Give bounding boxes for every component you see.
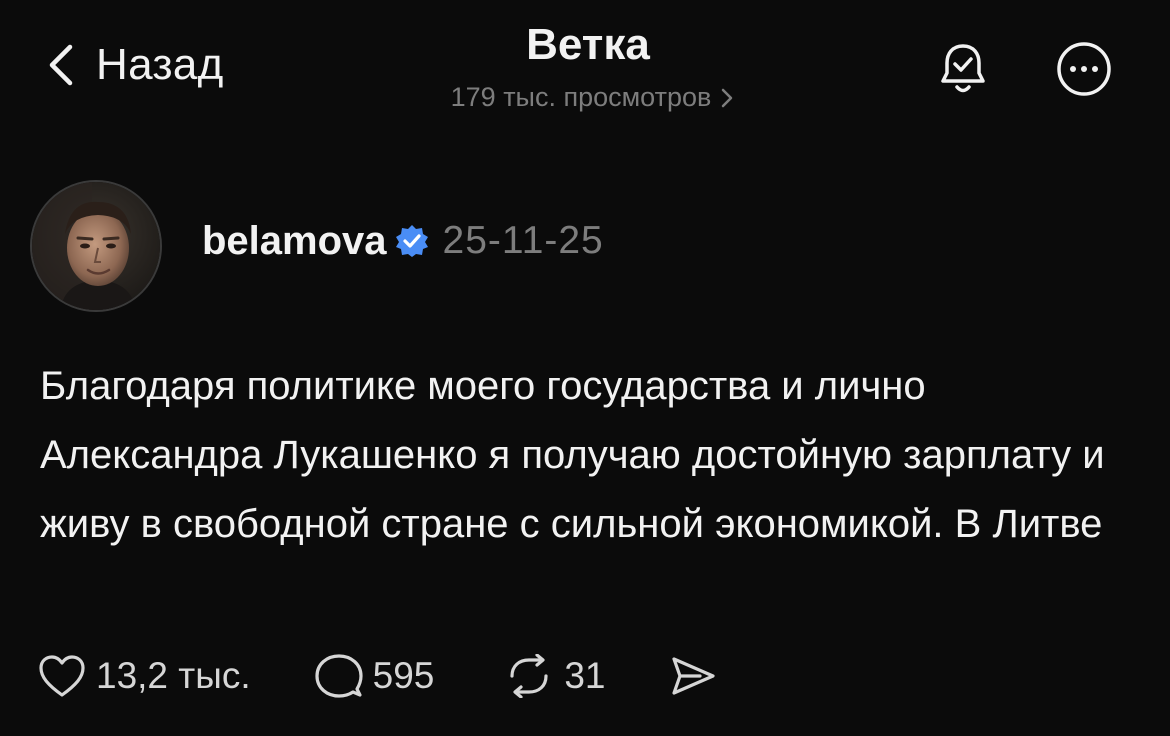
views-link[interactable]: 179 тыс. просмотров bbox=[451, 82, 734, 113]
like-count: 13,2 тыс. bbox=[96, 655, 251, 696]
back-button[interactable]: Назад bbox=[48, 40, 224, 90]
avatar-photo bbox=[32, 182, 160, 310]
share-button[interactable] bbox=[670, 655, 716, 697]
repost-icon bbox=[510, 654, 548, 698]
reply-button[interactable]: 595 bbox=[315, 653, 435, 699]
repost-button[interactable]: 31 bbox=[504, 654, 606, 698]
author-line: belamova 25-11-25 bbox=[202, 219, 604, 264]
like-button[interactable]: 13,2 тыс. bbox=[38, 654, 251, 698]
post-date: 25-11-25 bbox=[442, 219, 604, 262]
chevron-left-icon bbox=[49, 44, 73, 86]
post-text: Благодаря политике моего государства и л… bbox=[40, 364, 1105, 546]
comment-icon bbox=[315, 654, 363, 698]
post-actions: 13,2 тыс. 595 31 bbox=[38, 650, 716, 702]
send-icon bbox=[671, 657, 715, 695]
avatar[interactable] bbox=[30, 180, 162, 312]
verified-badge-icon bbox=[395, 225, 428, 257]
chevron-right-icon bbox=[722, 88, 733, 107]
post-header: belamova 25-11-25 bbox=[30, 180, 604, 312]
more-button[interactable] bbox=[1055, 40, 1113, 98]
notify-button[interactable] bbox=[934, 40, 992, 98]
heart-icon bbox=[39, 655, 85, 697]
username[interactable]: belamova bbox=[202, 219, 387, 264]
bell-check-icon bbox=[941, 44, 985, 93]
back-label: Назад bbox=[96, 40, 224, 89]
views-count: 179 тыс. просмотров bbox=[450, 82, 712, 112]
repost-count: 31 bbox=[564, 655, 606, 696]
more-circle-icon bbox=[1057, 42, 1111, 96]
reply-count: 595 bbox=[372, 655, 435, 696]
